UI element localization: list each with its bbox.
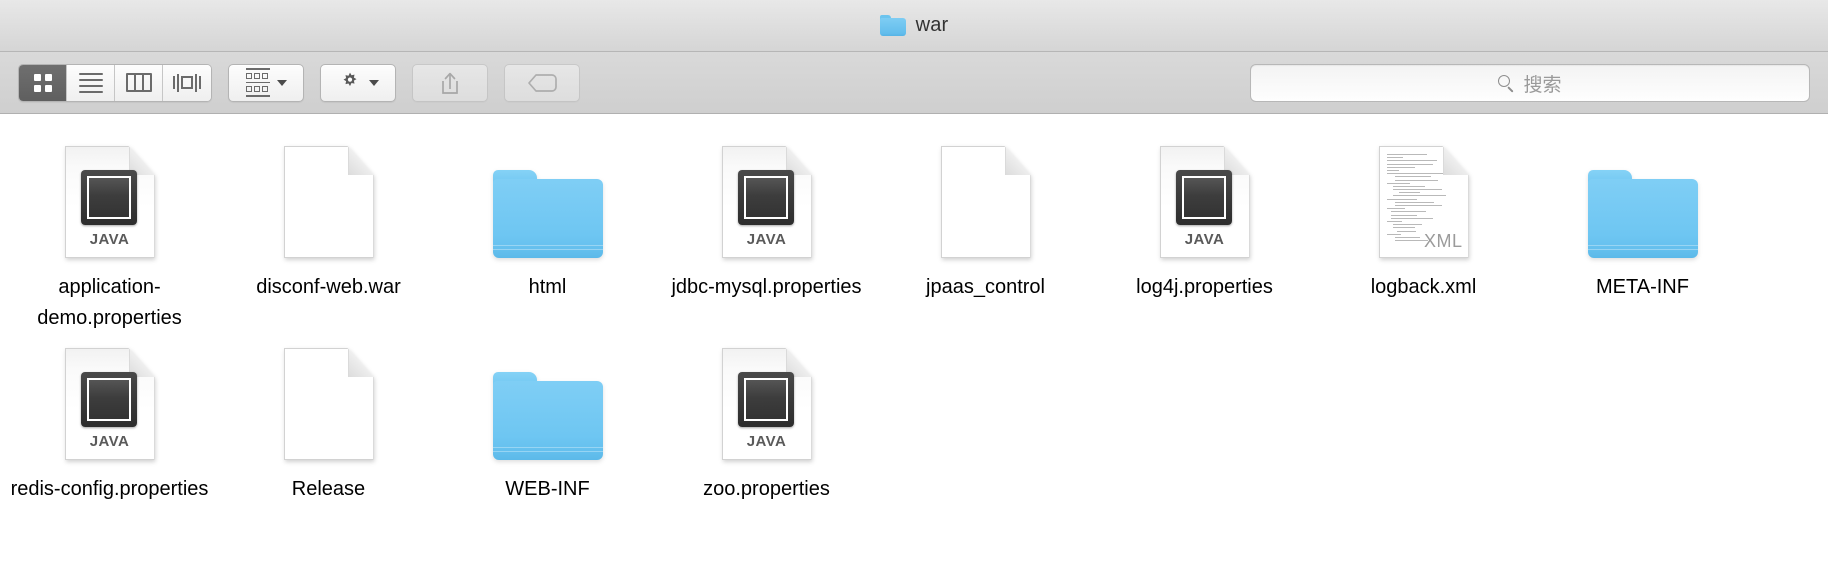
- search-icon: [1498, 74, 1515, 92]
- file-item-jpaas-control[interactable]: jpaas_control: [876, 132, 1095, 303]
- file-item-release[interactable]: Release: [219, 334, 438, 505]
- file-label: jdbc-mysql.properties: [671, 276, 862, 298]
- icon-slot: [492, 338, 603, 460]
- file-label: application-demo.properties: [37, 276, 182, 329]
- folder-icon: [879, 15, 906, 36]
- file-label: redis-config.properties: [10, 478, 209, 500]
- grid-icon: [33, 73, 52, 92]
- coverflow-view-button[interactable]: [163, 64, 211, 101]
- file-row: JAVA redis-config.properties Release WEB…: [0, 334, 1828, 505]
- icon-slot: JAVA: [1159, 136, 1250, 258]
- file-label: jpaas_control: [926, 276, 1045, 298]
- file-label: disconf-web.war: [256, 276, 401, 298]
- arrange-icon: [245, 68, 270, 97]
- gear-icon: [338, 71, 362, 95]
- coverflow-icon: [173, 73, 201, 93]
- chevron-down-icon: [368, 79, 379, 86]
- page-title: war: [915, 14, 949, 36]
- file-item-jdbc-mysql-properties[interactable]: JAVA jdbc-mysql.properties: [657, 132, 876, 303]
- file-item-log4j-properties[interactable]: JAVA log4j.properties: [1095, 132, 1314, 303]
- list-view-button[interactable]: [67, 64, 115, 101]
- search-placeholder: 搜索: [1523, 74, 1562, 96]
- icon-slot: XML: [1378, 136, 1469, 258]
- file-label: zoo.properties: [703, 478, 830, 500]
- finder-toolbar: 搜索: [0, 52, 1828, 114]
- window-title-group: war: [879, 14, 949, 37]
- action-menu-button[interactable]: [320, 63, 396, 102]
- view-mode-segmented-control: [18, 63, 212, 102]
- folder-item-html[interactable]: html: [438, 132, 657, 303]
- share-icon: [439, 71, 461, 95]
- icon-slot: JAVA: [721, 338, 812, 460]
- share-button[interactable]: [412, 63, 488, 102]
- columns-icon: [125, 73, 152, 92]
- icon-slot: JAVA: [721, 136, 812, 258]
- file-label: html: [528, 276, 567, 298]
- chevron-down-icon: [276, 79, 287, 86]
- file-grid: JAVA application-demo.properties disconf…: [0, 132, 1828, 505]
- file-item-application-demo-properties[interactable]: JAVA application-demo.properties: [0, 132, 219, 334]
- window-titlebar: war: [0, 0, 1828, 52]
- file-label: logback.xml: [1370, 276, 1477, 298]
- icon-slot: [283, 338, 374, 460]
- xml-file-icon: XML: [1378, 146, 1469, 258]
- list-icon: [78, 72, 103, 93]
- file-item-redis-config-properties[interactable]: JAVA redis-config.properties: [0, 334, 219, 505]
- icon-view-button[interactable]: [19, 64, 67, 101]
- folder-item-meta-inf[interactable]: META-INF: [1533, 132, 1752, 303]
- java-file-icon: JAVA: [64, 348, 155, 460]
- folder-icon: [492, 372, 603, 460]
- java-file-icon: JAVA: [64, 146, 155, 258]
- icon-slot: JAVA: [64, 136, 155, 258]
- java-file-icon: JAVA: [721, 146, 812, 258]
- tag-button[interactable]: [504, 63, 580, 102]
- file-label: Release: [291, 478, 366, 500]
- file-row: JAVA application-demo.properties disconf…: [0, 132, 1828, 334]
- document-file-icon: [940, 146, 1031, 258]
- search-field[interactable]: 搜索: [1250, 64, 1810, 102]
- java-file-icon: JAVA: [721, 348, 812, 460]
- file-label: log4j.properties: [1136, 276, 1273, 298]
- document-file-icon: [283, 146, 374, 258]
- code-lines: [1386, 154, 1457, 242]
- file-item-logback-xml[interactable]: XML logback.xml: [1314, 132, 1533, 303]
- folder-icon: [1587, 170, 1698, 258]
- arrange-button[interactable]: [228, 63, 304, 102]
- file-item-zoo-properties[interactable]: JAVA zoo.properties: [657, 334, 876, 505]
- column-view-button[interactable]: [115, 64, 163, 101]
- file-grid-area[interactable]: JAVA application-demo.properties disconf…: [0, 114, 1828, 572]
- file-label: WEB-INF: [505, 478, 590, 500]
- folder-item-web-inf[interactable]: WEB-INF: [438, 334, 657, 505]
- java-file-icon: JAVA: [1159, 146, 1250, 258]
- icon-slot: [492, 136, 603, 258]
- file-label: META-INF: [1596, 276, 1689, 298]
- file-item-disconf-web-war[interactable]: disconf-web.war: [219, 132, 438, 303]
- finder-window: war 搜索 JAVA application-demo.properties …: [0, 0, 1828, 572]
- document-file-icon: [283, 348, 374, 460]
- icon-slot: [940, 136, 1031, 258]
- icon-slot: [283, 136, 374, 258]
- icon-slot: JAVA: [64, 338, 155, 460]
- folder-icon: [492, 170, 603, 258]
- icon-slot: [1587, 136, 1698, 258]
- tag-icon: [527, 72, 557, 94]
